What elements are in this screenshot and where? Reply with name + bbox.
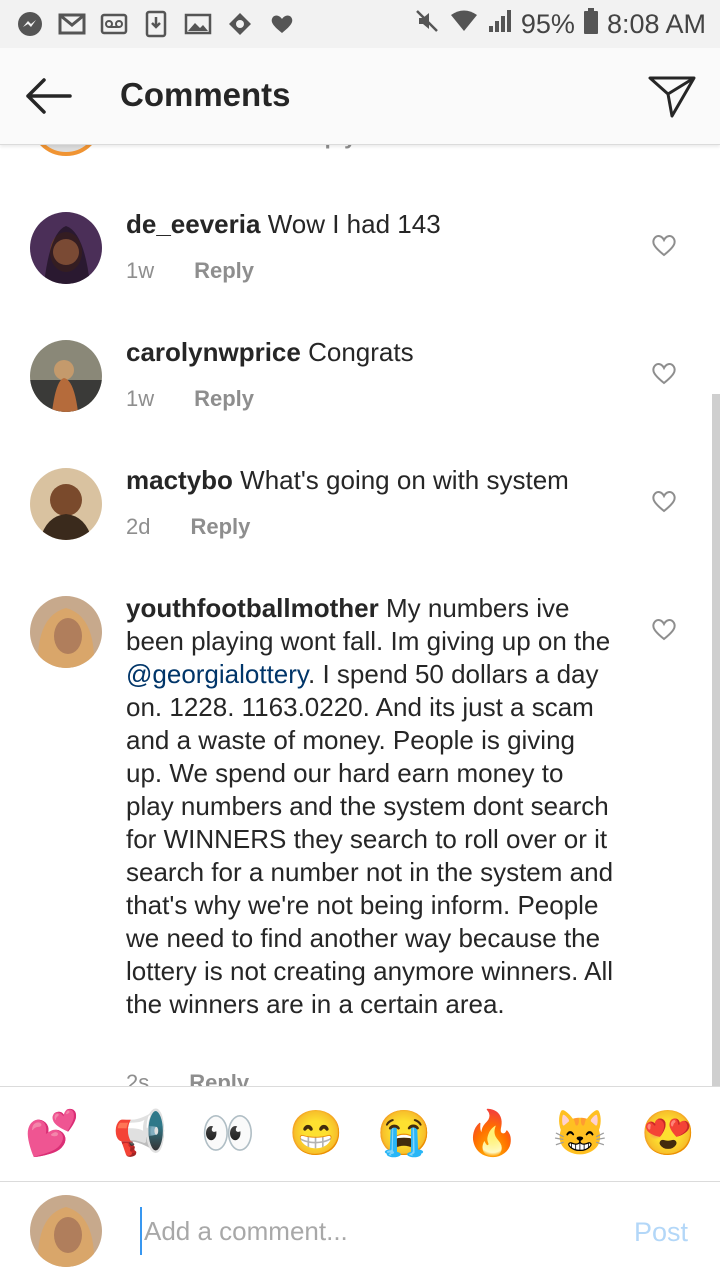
comment-text: carolynwprice Congrats [126, 336, 616, 369]
back-arrow-icon [26, 78, 72, 114]
app-icon [226, 10, 254, 38]
signal-icon [487, 8, 513, 41]
list-item-partial: 1w4 likesReply [0, 144, 720, 156]
list-item: carolynwprice Congrats 1w Reply [0, 336, 720, 446]
emoji-button-crying[interactable]: 😭 [374, 1110, 434, 1158]
avatar[interactable] [30, 144, 102, 156]
clock: 8:08 AM [606, 8, 706, 39]
reply-button[interactable]: Reply [194, 258, 254, 284]
comment-username[interactable]: youthfootballmother [126, 593, 379, 623]
comment-time: 2d [126, 514, 151, 539]
like-heart-icon[interactable] [650, 616, 678, 642]
list-item: youthfootballmother My numbers ive been … [0, 592, 720, 1086]
share-button[interactable] [646, 72, 698, 120]
comment-content: What's going on with system [240, 465, 569, 495]
list-item: mactybo What's going on with system 2d R… [0, 464, 720, 574]
comments-header: Comments [0, 48, 720, 145]
emoji-button-hearts[interactable]: 💕 [22, 1110, 82, 1158]
avatar[interactable] [30, 468, 102, 540]
comment-meta: 2d Reply [126, 514, 250, 540]
gmail-icon [58, 10, 86, 38]
reply-button[interactable]: Reply [190, 514, 250, 540]
comment-input[interactable] [140, 1207, 606, 1255]
comment-meta: 2s Reply [126, 1070, 249, 1086]
comment-content: Congrats [308, 337, 414, 367]
comment-time: 2s [126, 1070, 150, 1086]
gallery-icon [184, 10, 212, 38]
battery-icon [583, 7, 599, 42]
comment-username[interactable]: mactybo [126, 465, 233, 495]
like-heart-icon[interactable] [650, 360, 678, 386]
scrollbar[interactable] [712, 394, 720, 1086]
reply-button[interactable]: Reply [194, 386, 254, 412]
avatar[interactable] [30, 340, 102, 412]
comment-username[interactable]: de_eeveria [126, 209, 260, 239]
emoji-quick-bar: 💕 📢 👀 😁 😭 🔥 😸 😍 [0, 1086, 720, 1182]
mention-link[interactable]: @georgialottery [126, 659, 308, 689]
comment-content-end: . I spend 50 dollars a day on. 1228. 116… [126, 659, 614, 1019]
avatar[interactable] [30, 212, 102, 284]
like-heart-icon[interactable] [650, 488, 678, 514]
comment-username[interactable]: carolynwprice [126, 337, 301, 367]
emoji-button-fire[interactable]: 🔥 [462, 1110, 522, 1158]
emoji-button-cat[interactable]: 😸 [550, 1110, 610, 1158]
comment-text: de_eeveria Wow I had 143 [126, 208, 616, 241]
reply-button[interactable]: Reply [189, 1070, 249, 1086]
post-button[interactable]: Post [634, 1217, 688, 1248]
comment-time: 1w [126, 386, 155, 411]
comment-composer: Post [0, 1183, 720, 1280]
mute-icon [413, 7, 441, 42]
like-heart-icon[interactable] [650, 232, 678, 258]
comment-text: mactybo What's going on with system [126, 464, 616, 497]
messenger-icon [16, 10, 44, 38]
heart-app-icon [268, 10, 296, 38]
comment-content: Wow I had 143 [267, 209, 441, 239]
comment-text: youthfootballmother My numbers ive been … [126, 592, 616, 1021]
voicemail-icon [100, 10, 128, 38]
current-user-avatar[interactable] [30, 1195, 102, 1267]
send-icon [648, 76, 696, 118]
battery-percent: 95% [520, 8, 575, 39]
page-title: Comments [120, 76, 291, 113]
list-item: de_eeveria Wow I had 143 1w Reply [0, 208, 720, 318]
wifi-icon [449, 9, 479, 40]
back-button[interactable] [22, 74, 74, 118]
emoji-button-heart-eyes[interactable]: 😍 [638, 1110, 698, 1158]
emoji-button-grin[interactable]: 😁 [286, 1110, 346, 1158]
download-icon [142, 10, 170, 38]
comment-list[interactable]: 1w4 likesReply de_eeveria Wow I had 143 … [0, 144, 720, 1086]
avatar[interactable] [30, 596, 102, 668]
emoji-button-megaphone[interactable]: 📢 [110, 1110, 170, 1158]
status-bar: 95% 8:08 AM [0, 0, 720, 48]
comment-time: 1w [126, 258, 155, 283]
comment-meta: 1w Reply [126, 258, 254, 284]
emoji-button-eyes[interactable]: 👀 [198, 1110, 258, 1158]
comment-meta: 1w Reply [126, 386, 254, 412]
